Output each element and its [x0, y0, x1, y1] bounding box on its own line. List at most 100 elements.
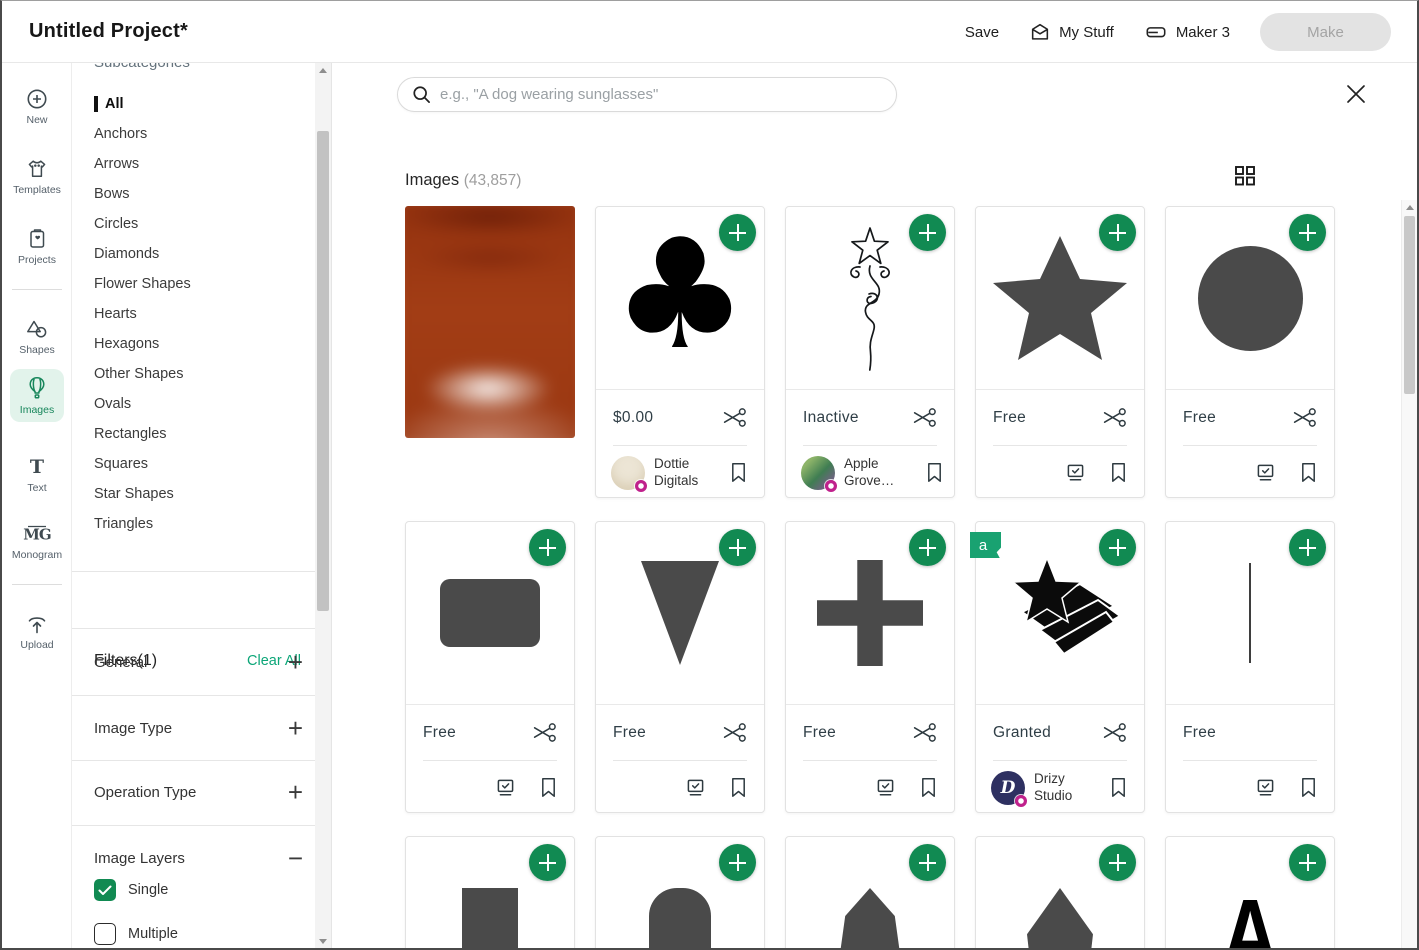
image-card[interactable]: InactiveApple Grove…	[785, 206, 955, 498]
subcategory-item[interactable]: All	[72, 89, 315, 119]
add-to-canvas-button[interactable]	[909, 844, 946, 881]
bookmark-icon[interactable]	[924, 461, 945, 484]
subcategory-item[interactable]: Triangles	[72, 509, 315, 539]
sidebar-item-templates[interactable]: Templates	[10, 151, 64, 202]
image-thumbnail[interactable]	[1166, 207, 1334, 390]
my-stuff-button[interactable]: My Stuff	[1029, 21, 1114, 43]
add-to-canvas-button[interactable]	[529, 529, 566, 566]
add-to-canvas-button[interactable]	[719, 214, 756, 251]
filter-section-operation-type[interactable]: Operation Type +	[94, 775, 303, 809]
image-thumbnail[interactable]	[786, 207, 954, 390]
image-card[interactable]: Free	[1165, 521, 1335, 813]
image-card[interactable]: Free	[1165, 206, 1335, 498]
grid-view-icon[interactable]	[1234, 164, 1256, 187]
image-thumbnail[interactable]: a	[976, 522, 1144, 705]
creator-name[interactable]: Drizy Studio	[1034, 771, 1078, 805]
sidebar-item-shapes[interactable]: Shapes	[10, 311, 64, 362]
scroll-up-arrow[interactable]	[1402, 200, 1417, 214]
search-input[interactable]	[440, 86, 882, 103]
add-to-canvas-button[interactable]	[1099, 529, 1136, 566]
add-to-canvas-button[interactable]	[1289, 844, 1326, 881]
make-button[interactable]: Make	[1260, 13, 1391, 51]
sidebar-item-images[interactable]: Images	[10, 369, 64, 422]
subcategory-item[interactable]: Rectangles	[72, 419, 315, 449]
subcategory-item[interactable]: Bows	[72, 179, 315, 209]
sidebar-item-upload[interactable]: Upload	[10, 606, 64, 657]
image-card[interactable]: Free	[975, 206, 1145, 498]
bookmark-icon[interactable]	[918, 776, 939, 799]
save-button[interactable]: Save	[965, 24, 999, 41]
add-to-canvas-button[interactable]	[719, 529, 756, 566]
subcategory-item[interactable]: Flower Shapes	[72, 269, 315, 299]
filter-section-image-type[interactable]: Image Type +	[94, 711, 303, 745]
subcategory-item[interactable]: Star Shapes	[72, 479, 315, 509]
subcategory-item[interactable]: Squares	[72, 449, 315, 479]
image-card[interactable]: A	[1165, 836, 1335, 950]
image-card[interactable]	[405, 836, 575, 950]
bookmark-icon[interactable]	[538, 776, 559, 799]
creator-avatar[interactable]: D	[991, 771, 1025, 805]
sidebar-item-text[interactable]: T Text	[10, 449, 64, 500]
subcategory-item[interactable]: Ovals	[72, 389, 315, 419]
scroll-down-arrow[interactable]	[315, 934, 331, 948]
subcategory-item[interactable]: Hexagons	[72, 329, 315, 359]
bookmark-icon[interactable]	[1298, 776, 1319, 799]
add-to-canvas-button[interactable]	[1099, 844, 1136, 881]
filter-section-general[interactable]: General +	[94, 645, 303, 679]
sponsored-image-thumbnail[interactable]	[405, 206, 575, 438]
creator-name[interactable]: Apple Grove…	[844, 456, 894, 490]
sidebar-item-new[interactable]: New	[10, 81, 64, 132]
image-card[interactable]: Free	[595, 521, 765, 813]
search-bar[interactable]	[397, 77, 897, 112]
subcategory-item[interactable]: Anchors	[72, 119, 315, 149]
image-thumbnail[interactable]	[406, 837, 574, 950]
add-to-canvas-button[interactable]	[529, 844, 566, 881]
bookmark-icon[interactable]	[1108, 461, 1129, 484]
image-thumbnail[interactable]	[596, 837, 764, 950]
filter-section-image-layers[interactable]: Image Layers −	[94, 841, 303, 875]
add-to-canvas-button[interactable]	[1289, 214, 1326, 251]
checkbox-unchecked[interactable]	[94, 923, 116, 945]
subcategory-item[interactable]: Arrows	[72, 149, 315, 179]
bookmark-icon[interactable]	[1298, 461, 1319, 484]
bookmark-icon[interactable]	[728, 461, 749, 484]
image-card[interactable]	[595, 836, 765, 950]
subcategory-item[interactable]: Diamonds	[72, 239, 315, 269]
image-card[interactable]: ♣$0.00Dottie Digitals	[595, 206, 765, 498]
sidebar-item-projects[interactable]: Projects	[10, 221, 64, 272]
subcategory-item[interactable]: Circles	[72, 209, 315, 239]
image-thumbnail[interactable]: A	[1166, 837, 1334, 950]
add-to-canvas-button[interactable]	[719, 844, 756, 881]
image-card[interactable]	[975, 836, 1145, 950]
bookmark-icon[interactable]	[728, 776, 749, 799]
image-thumbnail[interactable]	[976, 837, 1144, 950]
image-thumbnail[interactable]	[786, 522, 954, 705]
scrollbar-thumb[interactable]	[1404, 216, 1415, 394]
bookmark-icon[interactable]	[1108, 776, 1129, 799]
filter-option-single[interactable]: Single	[94, 879, 168, 901]
checkbox-checked[interactable]	[94, 879, 116, 901]
image-thumbnail[interactable]	[976, 207, 1144, 390]
filter-option-multiple[interactable]: Multiple	[94, 923, 178, 945]
scrollbar-thumb[interactable]	[317, 131, 329, 611]
sidebar-item-monogram[interactable]: MG Monogram	[10, 516, 64, 567]
image-thumbnail[interactable]	[786, 837, 954, 950]
scroll-up-arrow[interactable]	[315, 63, 331, 77]
image-thumbnail[interactable]	[1166, 522, 1334, 705]
subcategory-item[interactable]: Hearts	[72, 299, 315, 329]
add-to-canvas-button[interactable]	[1289, 529, 1326, 566]
image-card[interactable]: Free	[785, 521, 955, 813]
subcategory-item[interactable]: Other Shapes	[72, 359, 315, 389]
creator-avatar[interactable]	[611, 456, 645, 490]
close-icon[interactable]	[1345, 83, 1367, 105]
add-to-canvas-button[interactable]	[909, 214, 946, 251]
image-thumbnail[interactable]	[406, 522, 574, 705]
image-card[interactable]: Free	[405, 521, 575, 813]
add-to-canvas-button[interactable]	[909, 529, 946, 566]
image-card[interactable]: aGrantedDDrizy Studio	[975, 521, 1145, 813]
creator-name[interactable]: Dottie Digitals	[654, 456, 698, 490]
panel-scrollbar[interactable]	[315, 63, 331, 948]
image-card[interactable]	[785, 836, 955, 950]
image-thumbnail[interactable]	[596, 522, 764, 705]
machine-select-button[interactable]: Maker 3	[1144, 21, 1230, 43]
